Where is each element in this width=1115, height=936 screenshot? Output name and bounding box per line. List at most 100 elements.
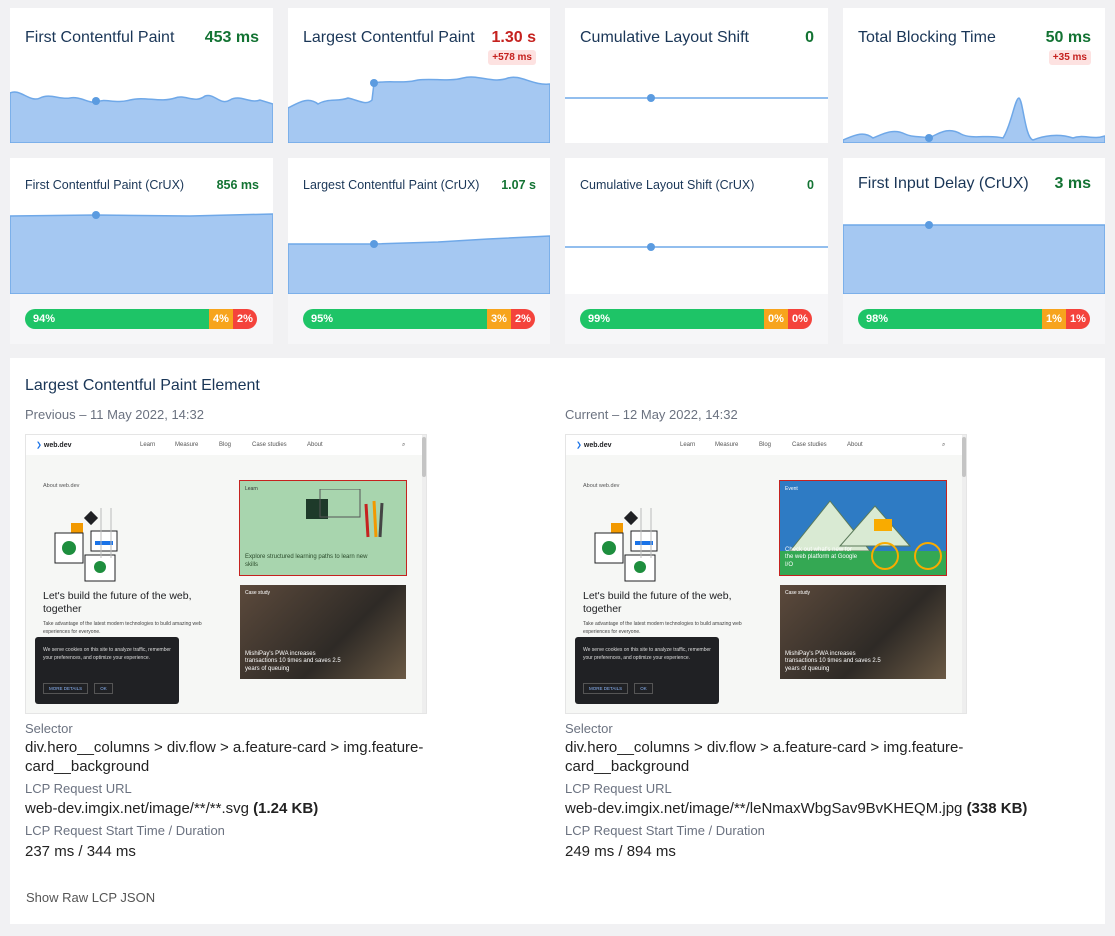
current-column: Current – 12 May 2022, 14:32 web.dev Lea… bbox=[565, 407, 1085, 860]
show-raw-json-link[interactable]: Show Raw LCP JSON bbox=[26, 890, 155, 905]
sparkline-chart bbox=[288, 235, 550, 294]
distribution-bar: 95% 3% 2% bbox=[303, 309, 535, 329]
sparkline-chart bbox=[565, 243, 828, 251]
selector-value: div.hero__columns > div.flow > a.feature… bbox=[565, 739, 964, 775]
search-icon: ⌕ bbox=[402, 442, 406, 448]
ni-segment: 4% bbox=[209, 309, 233, 329]
webdev-about: About web.dev bbox=[583, 483, 620, 489]
distribution-bar: 94% 4% 2% bbox=[25, 309, 257, 329]
case-label: Case study bbox=[245, 590, 271, 596]
nav-link: Blog bbox=[219, 442, 232, 448]
webdev-logo: web.dev bbox=[36, 441, 72, 449]
feature-text: Explore structured learning paths to lea… bbox=[245, 554, 368, 568]
webdev-subtitle: Take advantage of the latest modern tech… bbox=[43, 621, 202, 635]
good-segment: 98% bbox=[858, 309, 1042, 329]
nav-link: Blog bbox=[759, 442, 772, 448]
learn-illustration bbox=[306, 489, 384, 538]
nav-link: Learn bbox=[140, 442, 156, 448]
sparkline-chart bbox=[10, 91, 273, 143]
poor-segment: 1% bbox=[1066, 309, 1090, 329]
ni-segment: 0% bbox=[764, 309, 788, 329]
url-label: LCP Request URL bbox=[565, 781, 672, 796]
ni-segment: 1% bbox=[1042, 309, 1066, 329]
lcp-feature-card-highlighted: Event Check out what's new for the web p… bbox=[779, 480, 947, 576]
sparkline-chart bbox=[288, 76, 550, 143]
section-title: Largest Contentful Paint Element bbox=[25, 377, 260, 394]
case-text: MishiPay's PWA increases transactions 10… bbox=[785, 650, 881, 672]
size-value: (1.24 KB) bbox=[253, 800, 319, 817]
crux-card-cls[interactable]: Cumulative Layout Shift (CrUX) 0 99% 0% … bbox=[565, 158, 828, 344]
ok-button: OK bbox=[94, 682, 113, 694]
case-label: Case study bbox=[785, 590, 811, 596]
selector-label: Selector bbox=[25, 721, 73, 736]
scrollbar-thumb bbox=[422, 437, 426, 477]
cookie-banner: We serve cookies on this site to analyze… bbox=[575, 637, 719, 704]
good-segment: 94% bbox=[25, 309, 209, 329]
previous-screenshot[interactable]: web.dev Learn Measure Blog Case studies … bbox=[25, 434, 427, 714]
webdev-subtitle: Take advantage of the latest modern tech… bbox=[583, 621, 742, 635]
webdev-nav: web.dev Learn Measure Blog Case studies … bbox=[26, 435, 426, 455]
case-study-card: Case study MishiPay's PWA increases tran… bbox=[240, 585, 406, 679]
more-details-button: MORE DETAILS bbox=[43, 682, 89, 694]
url-label: LCP Request URL bbox=[25, 781, 132, 796]
boxes-illustration bbox=[594, 508, 658, 582]
feature-label: Learn bbox=[245, 486, 258, 492]
more-details-button: MORE DETAILS bbox=[583, 682, 629, 694]
timing-label: LCP Request Start Time / Duration bbox=[25, 823, 225, 838]
boxes-illustration bbox=[54, 508, 118, 582]
url-value: web-dev.imgix.net/image/**/leNmaxWbgSav9… bbox=[565, 800, 963, 817]
cookie-banner: We serve cookies on this site to analyze… bbox=[35, 637, 179, 704]
current-heading: Current – 12 May 2022, 14:32 bbox=[565, 407, 738, 422]
selector-value: div.hero__columns > div.flow > a.feature… bbox=[25, 739, 424, 775]
metric-card-lcp[interactable]: Largest Contentful Paint 1.30 s +578 ms bbox=[288, 8, 550, 143]
url-row: web-dev.imgix.net/image/**/leNmaxWbgSav9… bbox=[565, 799, 1027, 818]
scrollbar-thumb bbox=[962, 437, 966, 477]
crux-card-fid[interactable]: First Input Delay (CrUX) 3 ms 98% 1% 1% bbox=[843, 158, 1105, 344]
metric-card-fcp[interactable]: First Contentful Paint 453 ms bbox=[10, 8, 273, 143]
webdev-nav: web.dev Learn Measure Blog Case studies … bbox=[566, 435, 966, 455]
scrollbar bbox=[422, 435, 426, 713]
nav-link: About bbox=[307, 442, 323, 448]
metric-card-tbt[interactable]: Total Blocking Time 50 ms +35 ms bbox=[843, 8, 1105, 143]
poor-segment: 2% bbox=[233, 309, 257, 329]
nav-link: Measure bbox=[715, 442, 739, 448]
sparkline-chart bbox=[565, 94, 828, 102]
lcp-element-card: Largest Contentful Paint Element Previou… bbox=[10, 358, 1105, 924]
previous-heading: Previous – 11 May 2022, 14:32 bbox=[25, 407, 204, 422]
ok-button: OK bbox=[634, 682, 653, 694]
nav-link: Case studies bbox=[792, 442, 827, 448]
timing-label: LCP Request Start Time / Duration bbox=[565, 823, 765, 838]
good-segment: 95% bbox=[303, 309, 487, 329]
search-icon: ⌕ bbox=[942, 442, 946, 448]
webdev-hero: Let's build the future of the web, toget… bbox=[43, 590, 192, 615]
selector-label: Selector bbox=[565, 721, 613, 736]
poor-segment: 2% bbox=[511, 309, 535, 329]
nav-link: Measure bbox=[175, 442, 199, 448]
lcp-feature-card-highlighted: Learn Explore structured learning paths … bbox=[239, 480, 407, 576]
scrollbar bbox=[962, 435, 966, 713]
size-value: (338 KB) bbox=[966, 800, 1028, 817]
timing-value: 249 ms / 894 ms bbox=[565, 843, 676, 860]
timing-value: 237 ms / 344 ms bbox=[25, 843, 136, 860]
previous-column: Previous – 11 May 2022, 14:32 web.dev Le… bbox=[25, 407, 545, 860]
crux-card-lcp[interactable]: Largest Contentful Paint (CrUX) 1.07 s 9… bbox=[288, 158, 550, 344]
cookie-text: We serve cookies on this site to analyze… bbox=[43, 647, 171, 661]
distribution-bar: 98% 1% 1% bbox=[858, 309, 1090, 329]
sparkline-chart bbox=[10, 211, 273, 294]
current-screenshot[interactable]: web.dev Learn Measure Blog Case studies … bbox=[565, 434, 967, 714]
case-text: MishiPay's PWA increases transactions 10… bbox=[245, 650, 341, 672]
metric-card-cls[interactable]: Cumulative Layout Shift 0 bbox=[565, 8, 828, 143]
nav-link: Learn bbox=[680, 442, 696, 448]
ni-segment: 3% bbox=[487, 309, 511, 329]
sparkline-chart bbox=[843, 221, 1105, 294]
good-segment: 99% bbox=[580, 309, 764, 329]
distribution-bar: 99% 0% 0% bbox=[580, 309, 812, 329]
url-value: web-dev.imgix.net/image/**/**.svg bbox=[25, 800, 249, 817]
sparkline-chart bbox=[843, 97, 1105, 143]
crux-card-fcp[interactable]: First Contentful Paint (CrUX) 856 ms 94%… bbox=[10, 158, 273, 344]
webdev-about: About web.dev bbox=[43, 483, 80, 489]
feature-text: Check out what's new for the web platfor… bbox=[785, 546, 858, 568]
webdev-hero: Let's build the future of the web, toget… bbox=[583, 590, 732, 615]
nav-link: Case studies bbox=[252, 442, 287, 448]
poor-segment: 0% bbox=[788, 309, 812, 329]
